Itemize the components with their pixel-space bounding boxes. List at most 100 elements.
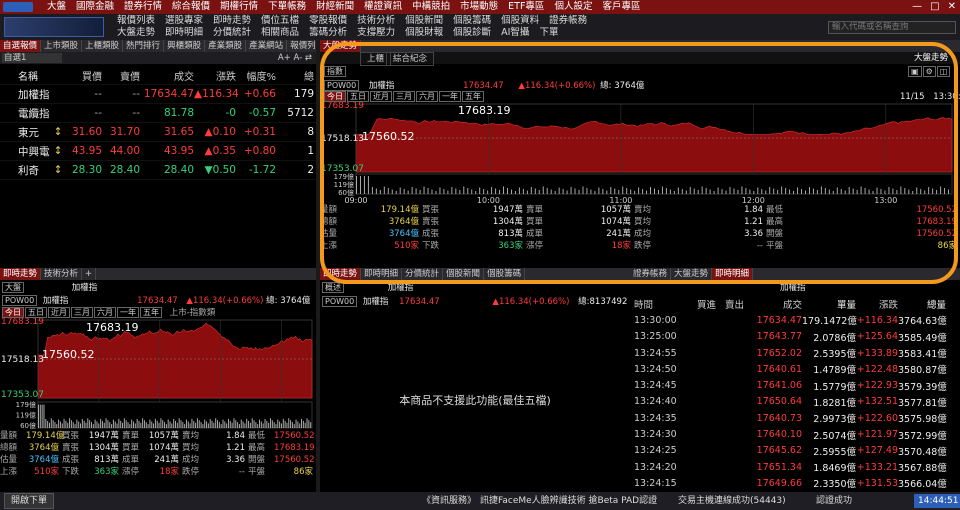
period-5y[interactable]: 五年 [462,91,484,102]
tab-securities-account[interactable]: 證券帳務 [630,268,672,280]
open-order-button[interactable]: 開啟下單 [4,493,55,509]
table-row[interactable]: 13:24:40 17650.64 1.8281億 +132.51 3577.81億 [630,394,960,410]
table-row[interactable]: 加權指 -- -- 17634.47 ▲116.34 +0.66 179 [0,85,316,104]
tool-market-trend[interactable]: 大盤走勢 [112,27,160,39]
close-icon[interactable]: ✕ [948,0,956,14]
menu-item-composite-quotes[interactable]: 綜合報價 [167,0,215,14]
tab-otc[interactable]: 上櫃類股 [82,40,124,52]
add-tab-icon[interactable]: + [82,268,97,280]
tab-market-trend-2[interactable]: 大盤走勢 [671,268,713,280]
table-row[interactable]: 13:25:00 17643.77 2.0786億 +125.64 3585.49億 [630,329,960,345]
maximize-icon[interactable]: □ [930,0,939,14]
table-row[interactable]: 13:24:55 17652.02 2.5395億 +133.89 3583.41億 [630,345,960,361]
menu-item-stock-quotes[interactable]: 證券行情 [119,0,167,14]
font-size-controls[interactable]: A+ A- ⇄ [278,52,312,64]
menu-item-market[interactable]: 大盤 [42,0,71,14]
symbol-code[interactable]: POW00 [322,296,358,307]
tab-hot[interactable]: 熱門排行 [123,40,165,52]
tool-support[interactable]: 支撐壓力 [352,27,400,39]
news-marquee[interactable]: 訊捷FaceMe人臉辨識技術 搶Beta PAD認證 [480,492,657,510]
table-row[interactable]: 13:24:50 17640.61 1.4789億 +122.48 3580.87億 [630,361,960,377]
expand-icon[interactable]: ◫ [936,66,951,77]
tab-technical[interactable]: 技術分析 [41,268,83,280]
table-row[interactable]: 東元 ↕ 31.60 31.70 31.65 ▲0.10 +0.31 8 [0,123,316,142]
tab-tick-detail-2[interactable]: 即時明細 [712,268,754,280]
tab-industry[interactable]: 產業類股 [205,40,247,52]
tool-odd-lot[interactable]: 零股報價 [304,15,352,27]
tab-listed[interactable]: 上市類股 [41,40,83,52]
period-5d[interactable]: 五日 [347,91,369,102]
tool-order[interactable]: 下單 [534,27,563,39]
tab-industry-site[interactable]: 產業網站 [246,40,288,52]
tool-chip-analysis[interactable]: 籌碼分析 [304,27,352,39]
tool-ai[interactable]: AI智攝 [496,27,534,39]
tool-financials[interactable]: 個股財報 [400,27,448,39]
tool-price-stats[interactable]: 分價統計 [208,27,256,39]
table-row[interactable]: 電纜指 -- -- 81.78 -0 -0.57 5712 [0,104,316,123]
tool-related[interactable]: 相關商品 [256,27,304,39]
menu-item-order-account[interactable]: 下單帳務 [263,0,311,14]
settings-icon[interactable]: ⚙ [922,66,936,77]
period-1y[interactable]: 一年 [439,91,461,102]
period-3m[interactable]: 三月 [71,307,93,318]
menu-item-finance-news[interactable]: 財經新聞 [311,0,359,14]
menu-item-warrant[interactable]: 權證資訊 [359,0,407,14]
table-row[interactable]: 中興電 ↕ 43.95 44.00 43.95 ▲0.35 +0.80 1 [0,142,316,161]
period-today[interactable]: 今日 [2,307,24,318]
period-today[interactable]: 今日 [324,91,346,102]
period-3m[interactable]: 三月 [393,91,415,102]
tool-five-levels[interactable]: 價位五檔 [256,15,304,27]
tool-stock-info[interactable]: 個股資料 [496,15,544,27]
tool-diagnosis[interactable]: 個股診斷 [448,27,496,39]
tool-tick-detail[interactable]: 即時明細 [160,27,208,39]
period-1y[interactable]: 一年 [117,307,139,318]
table-row[interactable]: 13:30:00 17634.47 179.1472億 +116.34 3764.63億 [630,312,960,328]
period-5y[interactable]: 五年 [140,307,162,318]
table-row[interactable]: 13:24:45 17641.06 1.5779億 +122.93 3579.39億 [630,377,960,393]
period-1m[interactable]: 近月 [48,307,70,318]
table-row[interactable]: 13:24:30 17640.10 2.5074億 +121.97 3572.99億 [630,426,960,442]
tab-tick-detail[interactable]: 即時明細 [361,268,403,280]
tab-intraday[interactable]: 即時走勢 [0,268,42,280]
menu-item-intl-finance[interactable]: 國際金融 [71,0,119,14]
tab-stock-news[interactable]: 個股新聞 [443,268,485,280]
menu-item-settings[interactable]: 個人設定 [549,0,597,14]
symbol-code[interactable]: POW00 [324,80,360,91]
tool-quote-list[interactable]: 報價列表 [112,15,160,27]
menu-item-etf[interactable]: ETF專區 [503,0,549,14]
period-6m[interactable]: 六月 [94,307,116,318]
subtab-composite[interactable]: 綜合紀念 [386,52,435,66]
table-row[interactable]: 13:24:15 17649.66 2.3350億 +131.53 3566.04億 [630,475,960,491]
period-1m[interactable]: 近月 [370,91,392,102]
five-levels-mode[interactable]: 概述 [322,282,344,293]
watchlist-group-select[interactable]: 自選1 [2,53,62,63]
tool-securities-account[interactable]: 證券帳務 [544,15,592,27]
menu-item-customer[interactable]: 客戶專區 [597,0,645,14]
tab-quote-list[interactable]: 報價列表 [287,40,316,52]
tool-technical[interactable]: 技術分析 [352,15,400,27]
tab-stock-chips[interactable]: 個股籌碼 [484,268,526,280]
table-row[interactable]: 利奇 ↕ 28.30 28.40 28.40 ▼0.50 -1.72 2 [0,161,316,180]
menu-item-market-dynamics[interactable]: 市場動態 [455,0,503,14]
search-input[interactable]: 輸入代碼或名稱查詢 [828,21,956,34]
menu-item-auction[interactable]: 中構競拍 [407,0,455,14]
period-5d[interactable]: 五日 [25,307,47,318]
table-row[interactable]: 13:24:35 17640.73 2.9973億 +122.60 3575.98億 [630,410,960,426]
intraday-sub-market[interactable]: 大盤 [2,282,24,293]
tool-stock-news[interactable]: 個股新聞 [400,15,448,27]
tab-intraday-2[interactable]: 即時走勢 [320,268,362,280]
tab-market-trend[interactable]: 大盤走勢 [320,40,362,52]
print-icon[interactable]: ▣ [908,66,922,77]
period-6m[interactable]: 六月 [416,91,438,102]
tab-emerging[interactable]: 興櫃類股 [164,40,206,52]
tab-price-stats[interactable]: 分價統計 [402,268,444,280]
table-row[interactable]: 13:24:25 17645.62 2.5955億 +127.49 3570.48億 [630,443,960,459]
tab-watchlist[interactable]: 自選報價 [0,40,42,52]
symbol-code[interactable]: POW00 [2,295,38,306]
table-row[interactable]: 13:24:20 17651.34 1.8469億 +133.21 3567.88億 [630,459,960,475]
minimize-icon[interactable]: — [912,0,922,14]
tool-chips[interactable]: 個股籌碼 [448,15,496,27]
menu-item-futures-options[interactable]: 期權行情 [215,0,263,14]
tool-intraday[interactable]: 即時走勢 [208,15,256,27]
tool-stock-picker[interactable]: 選股專家 [160,15,208,27]
